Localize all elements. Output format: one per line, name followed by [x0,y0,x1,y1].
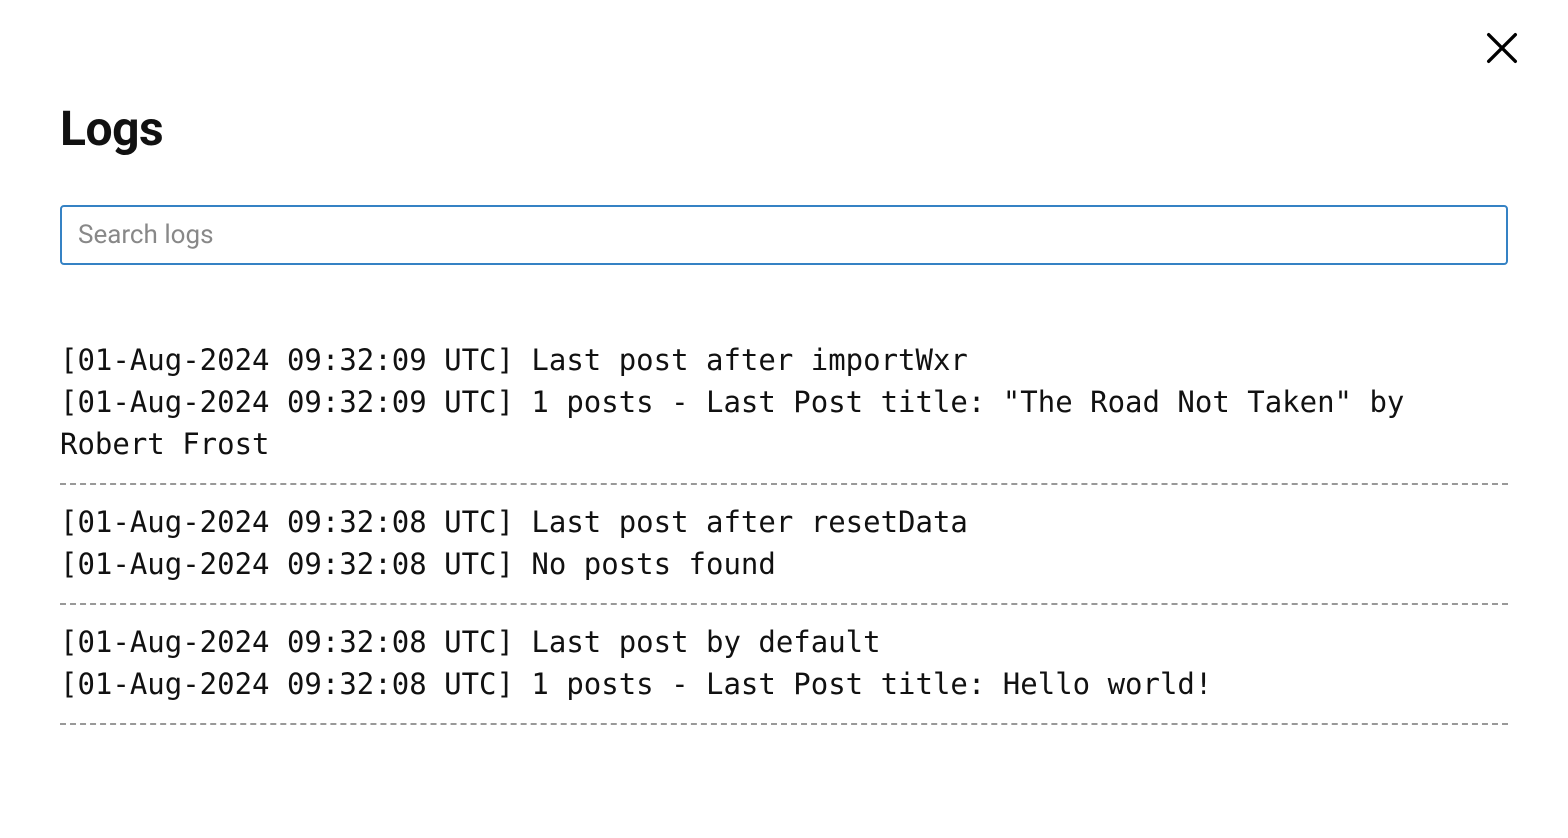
log-entry: [01-Aug-2024 09:32:09 UTC] Last post aft… [60,323,1508,485]
log-line: [01-Aug-2024 09:32:08 UTC] 1 posts - Las… [60,663,1508,705]
log-list: [01-Aug-2024 09:32:09 UTC] Last post aft… [60,323,1508,725]
log-line: [01-Aug-2024 09:32:08 UTC] Last post by … [60,621,1508,663]
log-line: [01-Aug-2024 09:32:08 UTC] No posts foun… [60,543,1508,585]
log-line: [01-Aug-2024 09:32:08 UTC] Last post aft… [60,501,1508,543]
close-icon [1482,28,1522,68]
log-entry: [01-Aug-2024 09:32:08 UTC] Last post by … [60,605,1508,725]
close-button[interactable] [1482,28,1522,68]
log-line: [01-Aug-2024 09:32:09 UTC] 1 posts - Las… [60,381,1508,465]
log-line: [01-Aug-2024 09:32:09 UTC] Last post aft… [60,339,1508,381]
search-input[interactable] [60,205,1508,265]
page-title: Logs [60,100,1508,157]
logs-panel: Logs [01-Aug-2024 09:32:09 UTC] Last pos… [0,0,1568,725]
log-entry: [01-Aug-2024 09:32:08 UTC] Last post aft… [60,485,1508,605]
